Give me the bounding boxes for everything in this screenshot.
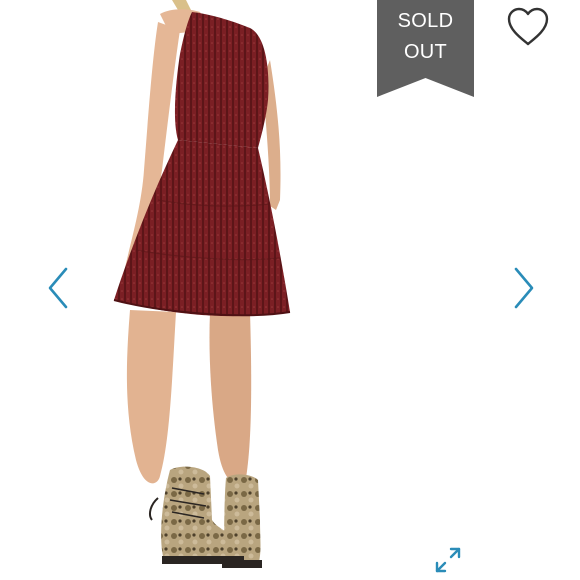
sold-out-line-1: SOLD (397, 10, 454, 32)
like-button[interactable] (505, 6, 551, 48)
expand-image-button[interactable] (432, 544, 464, 576)
expand-arrows-icon (435, 547, 461, 573)
chevron-left-icon (48, 267, 68, 309)
sold-out-line-2: OUT (403, 41, 448, 63)
next-image-button[interactable] (508, 265, 538, 311)
product-image-carousel: SOLD OUT (0, 0, 580, 580)
sold-out-label: SOLD OUT (377, 6, 474, 68)
sold-out-badge: SOLD OUT (377, 0, 474, 97)
heart-outline-icon (507, 7, 549, 46)
chevron-right-icon (514, 267, 534, 309)
previous-image-button[interactable] (44, 265, 74, 311)
product-photo (113, 0, 291, 568)
